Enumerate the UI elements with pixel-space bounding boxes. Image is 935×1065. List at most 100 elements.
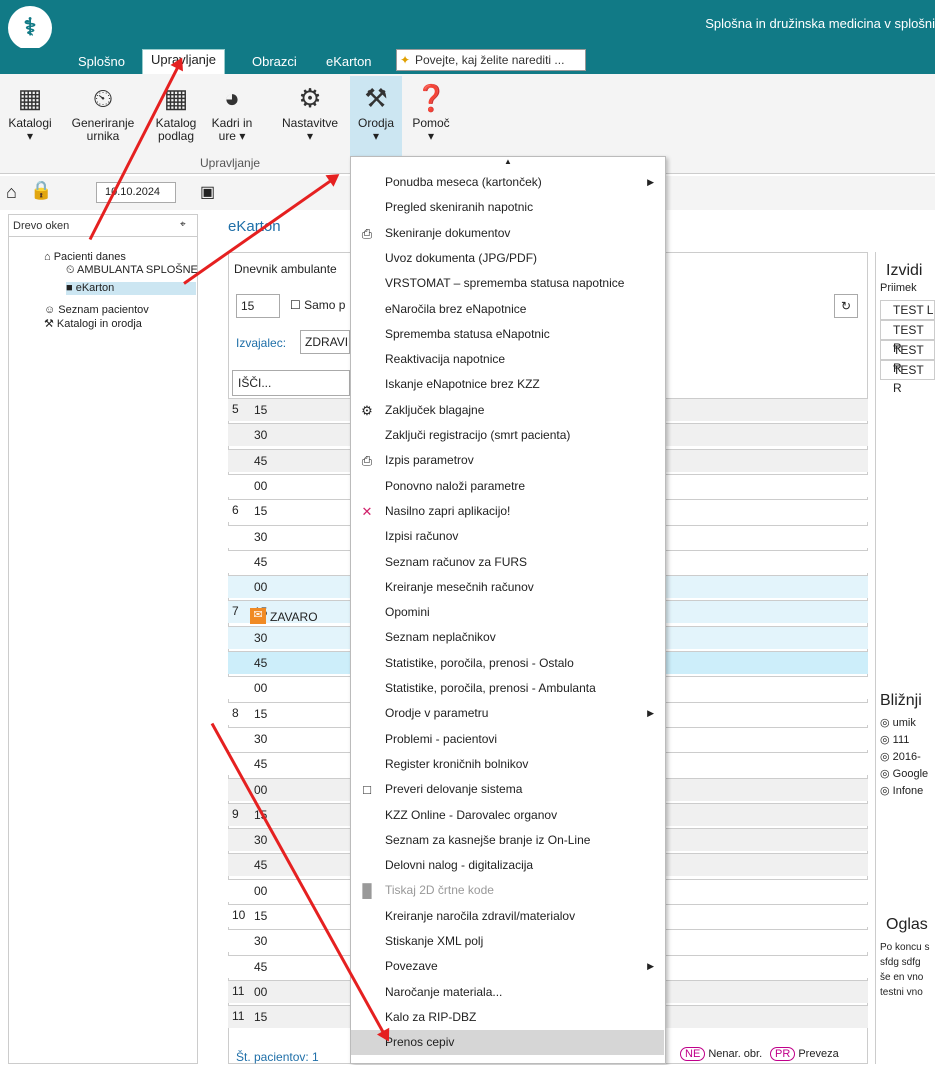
menu-item[interactable]: Seznam za kasnejše branje iz On-Line bbox=[351, 828, 664, 853]
izvidi-row[interactable]: TEST R bbox=[880, 360, 935, 395]
slot-minute: 45 bbox=[254, 959, 268, 974]
menu-item[interactable]: Prenos cepiv bbox=[351, 1030, 664, 1056]
schedule-button[interactable]: ⏲ Generiranje urnika bbox=[58, 80, 148, 143]
pin-icon[interactable]: ⌖ bbox=[180, 219, 186, 230]
shortcut-label: umik bbox=[892, 717, 916, 729]
stethoscope-icon[interactable]: ⚕ bbox=[8, 6, 52, 50]
menu-item[interactable]: Pregled skeniranih napotnic bbox=[351, 195, 664, 220]
menu-item[interactable]: ⎙ Skeniranje dokumentov bbox=[351, 221, 664, 246]
menu-item[interactable]: Seznam računov za FURS bbox=[351, 550, 664, 575]
izvidi-row[interactable]: TEST R bbox=[880, 340, 935, 375]
shortcut-link[interactable]: ◎ Google bbox=[880, 767, 928, 780]
menu-item[interactable]: Ponudba meseca (kartonček) ▶ bbox=[351, 170, 664, 195]
scanner-icon: ⎙ bbox=[361, 225, 373, 241]
menu-item-label: Iskanje eNapotnice brez KZZ bbox=[385, 377, 540, 392]
slot-minute: 30 bbox=[254, 934, 268, 949]
schedule-label: Generiranje urnika bbox=[71, 116, 135, 143]
menu-item[interactable]: Orodje v parametru ▶ bbox=[351, 701, 664, 726]
settings-button[interactable]: ⚙ Nastavitve ▾ bbox=[278, 80, 342, 143]
slot-minute: 00 bbox=[254, 782, 268, 797]
menu-item[interactable]: Statistike, poročila, prenosi - Ambulant… bbox=[351, 676, 664, 701]
menu-item-label: Izpis parametrov bbox=[385, 453, 474, 468]
tree-label: Pacienti danes bbox=[53, 251, 126, 263]
menu-item[interactable]: ✕ Nasilno zapri aplikacijo! bbox=[351, 499, 664, 524]
patient-entry[interactable]: ZAVARO bbox=[270, 610, 318, 624]
catalog-button[interactable]: ▦ Katalogi ▾ bbox=[8, 80, 52, 143]
menu-item-label: Seznam neplačnikov bbox=[385, 630, 496, 645]
calendar-icon[interactable]: ▣ bbox=[200, 182, 215, 202]
shortcut-link[interactable]: ◎ 2016- bbox=[880, 750, 921, 763]
patient-icon: ✉ bbox=[250, 608, 266, 624]
ad-text: Po koncu s bbox=[880, 942, 930, 953]
menu-item[interactable]: VRSTOMAT – sprememba statusa napotnice bbox=[351, 271, 664, 296]
shortcut-link[interactable]: ◎ Infone bbox=[880, 784, 923, 797]
tree-ambulanta[interactable]: ⏲ AMBULANTA SPLOŠNE bbox=[66, 264, 198, 277]
only-checkbox[interactable]: ☐ Samo p bbox=[290, 298, 345, 312]
menu-item-label: Statistike, poročila, prenosi - Ostalo bbox=[385, 655, 574, 670]
tree-patients-today[interactable]: ⌂ Pacienti danes bbox=[44, 251, 126, 264]
menu-item[interactable]: ⎙ Izpis parametrov bbox=[351, 448, 664, 473]
menu-item-label: Izpisi računov bbox=[385, 529, 459, 544]
tools-button[interactable]: ⚒ Orodja ▾ bbox=[350, 76, 402, 156]
menu-item[interactable]: Kreiranje naročila zdravil/materialov bbox=[351, 904, 664, 929]
menu-item[interactable]: Delovni nalog - digitalizacija bbox=[351, 853, 664, 878]
menu-item[interactable]: KZZ Online - Darovalec organov bbox=[351, 803, 664, 828]
lock-icon[interactable]: 🔒 bbox=[30, 180, 52, 201]
menu-item[interactable]: Opomini bbox=[351, 600, 664, 625]
menu-item-label: Prenos cepiv bbox=[385, 1035, 455, 1050]
search-input[interactable]: IŠČI... bbox=[232, 370, 350, 396]
menu-item-label: Problemi - pacientovi bbox=[385, 731, 498, 746]
menu-item[interactable]: □ Preveri delovanje sistema bbox=[351, 777, 664, 802]
tab-obrazci[interactable]: Obrazci bbox=[244, 52, 305, 74]
provider-select[interactable]: ZDRAVI bbox=[300, 330, 350, 354]
shortcut-label: 2016- bbox=[892, 751, 921, 763]
slot-minute: 45 bbox=[254, 453, 268, 468]
only-label: Samo p bbox=[304, 298, 346, 312]
shortcut-link[interactable]: ◎ umik bbox=[880, 716, 916, 729]
menu-item-label: Statistike, poročila, prenosi - Ambulant… bbox=[385, 681, 596, 695]
menu-item[interactable]: Povezave ▶ bbox=[351, 954, 664, 979]
tree-patient-list[interactable]: ☺ Seznam pacientov bbox=[44, 304, 149, 317]
menu-item[interactable]: eNaročila brez eNapotnice bbox=[351, 297, 664, 322]
izvidi-row[interactable]: TEST R bbox=[880, 320, 935, 355]
tree-label: Seznam pacientov bbox=[58, 304, 149, 316]
refresh-icon[interactable]: ↻ bbox=[834, 294, 858, 318]
menu-item[interactable]: Ponovno naloži parametre bbox=[351, 474, 664, 499]
menu-item[interactable]: Stiskanje XML polj bbox=[351, 929, 664, 954]
scroll-up-icon[interactable]: ▲ bbox=[351, 157, 665, 169]
tell-me-input[interactable]: ✦ Povejte, kaj želite narediti ... bbox=[396, 49, 586, 71]
home-icon[interactable]: ⌂ bbox=[6, 182, 17, 203]
tree-catalogs-tools[interactable]: ⚒ Katalogi in orodja bbox=[44, 318, 142, 331]
slot-minute: 15 bbox=[254, 706, 268, 721]
menu-item[interactable]: Problemi - pacientovi bbox=[351, 727, 664, 752]
base-catalog-button[interactable]: ▦ Katalog podlag bbox=[152, 80, 200, 143]
menu-item[interactable]: ⚙ Zaključek blagajne bbox=[351, 398, 664, 423]
tab-journal[interactable]: Dnevnik ambulante bbox=[228, 252, 343, 286]
menu-item[interactable]: Reaktivacija napotnice bbox=[351, 347, 664, 372]
shortcut-link[interactable]: ◎ 111 bbox=[880, 733, 909, 746]
staff-button[interactable]: ◕ Kadri in ure ▾ bbox=[206, 80, 258, 143]
tree-label: AMBULANTA SPLOŠNE bbox=[77, 264, 198, 276]
menu-item[interactable]: Zaključi registracijo (smrt pacienta) bbox=[351, 423, 664, 448]
menu-item[interactable]: Naročanje materiala... bbox=[351, 980, 664, 1005]
count-stepper[interactable]: 15 bbox=[236, 294, 280, 318]
menu-item[interactable]: Kreiranje mesečnih računov bbox=[351, 575, 664, 600]
menu-item-label: Delovni nalog - digitalizacija bbox=[385, 858, 534, 873]
menu-item[interactable]: Register kroničnih bolnikov bbox=[351, 752, 664, 777]
ribbon-group-label: Upravljanje bbox=[200, 156, 261, 170]
menu-item[interactable]: Uvoz dokumenta (JPG/PDF) bbox=[351, 246, 664, 271]
menu-item[interactable]: Iskanje eNapotnice brez KZZ bbox=[351, 372, 664, 397]
slot-minute: 30 bbox=[254, 630, 268, 645]
menu-item[interactable]: Statistike, poročila, prenosi - Ostalo bbox=[351, 651, 664, 676]
tab-ekarton[interactable]: eKarton bbox=[318, 52, 380, 74]
tree-ekarton[interactable]: ■ eKarton bbox=[66, 282, 196, 295]
menu-item[interactable]: Izpisi računov bbox=[351, 524, 664, 549]
menu-item[interactable]: Seznam neplačnikov bbox=[351, 625, 664, 650]
menu-item[interactable]: Kalo za RIP-DBZ bbox=[351, 1005, 664, 1030]
tab-splosno[interactable]: Splošno bbox=[70, 52, 133, 74]
izvidi-row[interactable]: TEST L bbox=[880, 300, 935, 320]
menu-item[interactable]: Sprememba statusa eNapotnic bbox=[351, 322, 664, 347]
clock-icon: ⏲ bbox=[66, 264, 78, 276]
slot-minute: 00 bbox=[254, 681, 268, 696]
help-button[interactable]: ❓ Pomoč ▾ bbox=[408, 80, 454, 143]
